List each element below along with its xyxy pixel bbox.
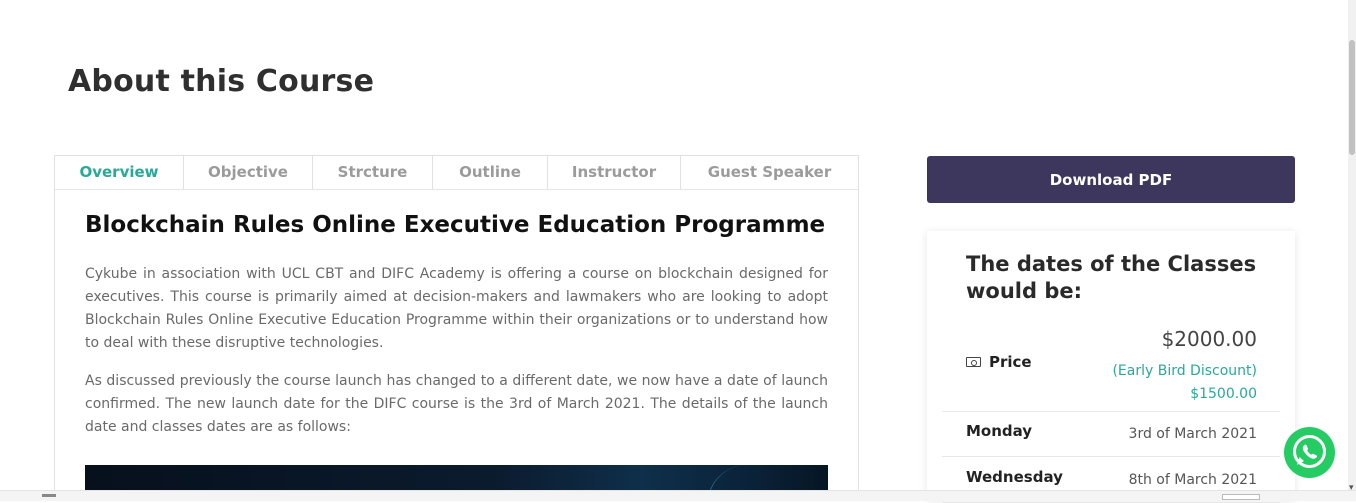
- tab-structure[interactable]: Strcture: [313, 156, 433, 189]
- page-scrollbar[interactable]: [1348, 0, 1356, 490]
- bottom-scroll-edge: [0, 490, 1356, 501]
- price-row: Price $2000.00 (Early Bird Discount) $15…: [942, 323, 1280, 412]
- tab-overview[interactable]: Overview: [55, 156, 184, 189]
- class-date-row: Monday 3rd of March 2021: [942, 411, 1280, 457]
- overview-content: Blockchain Rules Online Executive Educat…: [85, 212, 828, 435]
- early-bird-discount: (Early Bird Discount) $1500.00: [1112, 363, 1257, 402]
- overview-paragraph-2: As discussed previously the course launc…: [85, 373, 828, 435]
- course-title: Blockchain Rules Online Executive Educat…: [85, 212, 826, 238]
- class-day: Wednesday: [966, 468, 1063, 486]
- price-label: Price: [966, 353, 1032, 371]
- whatsapp-icon: [1293, 435, 1326, 468]
- scroll-down-arrow-icon[interactable]: ▾: [1349, 483, 1354, 493]
- overview-paragraph-1: Cykube in association with UCL CBT and D…: [85, 266, 828, 351]
- price-label-text: Price: [989, 353, 1032, 371]
- bottom-marker: [42, 494, 56, 497]
- whatsapp-chat-button[interactable]: [1284, 427, 1335, 478]
- class-day: Monday: [966, 422, 1033, 440]
- scrollbar-thumb[interactable]: [1349, 40, 1355, 155]
- course-tab-panel: Overview Objective Strcture Outline Inst…: [54, 155, 859, 501]
- course-tabs: Overview Objective Strcture Outline Inst…: [55, 156, 858, 190]
- tab-instructor[interactable]: Instructor: [548, 156, 681, 189]
- class-date: 8th of March 2021: [1128, 472, 1257, 488]
- bottom-marker-box: [1222, 494, 1260, 500]
- section-title: About this Course: [68, 64, 375, 99]
- class-date: 3rd of March 2021: [1128, 426, 1257, 442]
- price-value: $2000.00: [1161, 327, 1257, 351]
- money-icon: [966, 357, 981, 367]
- download-pdf-button[interactable]: Download PDF: [927, 156, 1295, 203]
- tab-objective[interactable]: Objective: [184, 156, 313, 189]
- dates-card-title: The dates of the Classes would be:: [966, 252, 1257, 303]
- tab-outline[interactable]: Outline: [433, 156, 548, 189]
- class-dates-card: The dates of the Classes would be: Price…: [927, 231, 1295, 503]
- tab-guest-speaker[interactable]: Guest Speaker: [681, 156, 858, 189]
